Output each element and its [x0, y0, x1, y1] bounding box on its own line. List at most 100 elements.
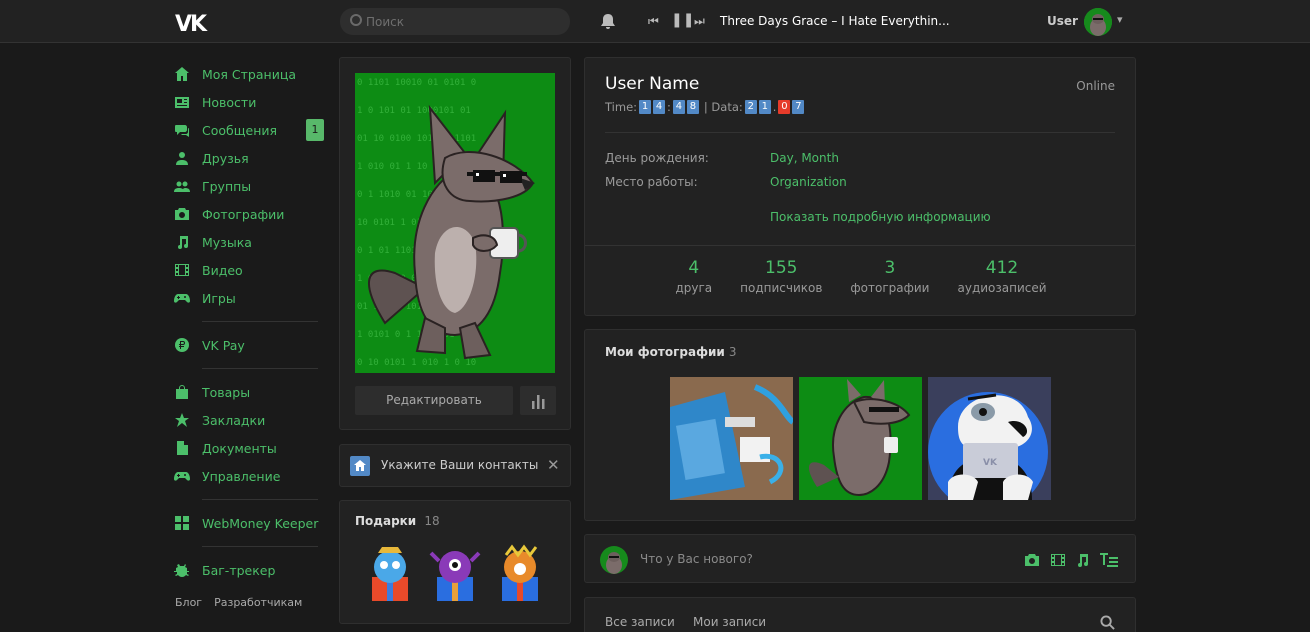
time-label: Time:: [605, 100, 638, 114]
photo-thumbnail[interactable]: VK: [928, 377, 1051, 500]
new-post-input[interactable]: Что у Вас нового?: [640, 552, 753, 566]
close-icon[interactable]: ✕: [547, 456, 560, 474]
sidebar-item-photos[interactable]: Фотографии: [172, 200, 322, 228]
counter-audio[interactable]: 412 аудиозаписей: [943, 258, 1060, 295]
data-label: | Data:: [703, 100, 743, 114]
messages-icon: [172, 122, 192, 138]
vkpay-icon: [172, 337, 192, 353]
search-input[interactable]: [366, 8, 561, 35]
vk-logo[interactable]: VK: [175, 12, 207, 37]
sidebar-item-groups[interactable]: Группы: [172, 172, 322, 200]
sidebar-item-management[interactable]: Управление: [172, 462, 322, 490]
camera-icon: [172, 206, 192, 222]
sidebar: Моя Страница Новости Сообщения 1 Друзья …: [172, 60, 324, 609]
gift-item[interactable]: [490, 543, 550, 605]
counter-followers[interactable]: 155 подписчиков: [726, 258, 836, 295]
counter-photos[interactable]: 3 фотографии: [836, 258, 943, 295]
my-photos-title[interactable]: Мои фотографии 3: [605, 345, 736, 359]
search-box[interactable]: [340, 8, 570, 35]
sidebar-item-webmoney[interactable]: WebMoney Keeper: [172, 509, 322, 537]
counter-label: подписчиков: [740, 281, 823, 295]
search-icon[interactable]: [1100, 615, 1115, 630]
gift-item[interactable]: [360, 543, 420, 605]
contacts-prompt[interactable]: Укажите Ваши контакты ✕: [339, 444, 571, 487]
search-icon: [350, 14, 362, 26]
gift-item[interactable]: [425, 543, 485, 605]
svg-text:1 0 101 01 1000101 01: 1 0 101 01 1000101 01: [357, 106, 471, 116]
new-post-panel: Что у Вас нового?: [584, 534, 1136, 583]
date-digit: 7: [792, 100, 805, 114]
counter-value: 412: [985, 258, 1019, 278]
sidebar-item-label: Сообщения: [202, 122, 278, 138]
sidebar-item-label: Друзья: [202, 150, 249, 166]
sidebar-item-label: Фотографии: [202, 206, 285, 222]
sidebar-item-bookmarks[interactable]: Закладки: [172, 406, 322, 434]
pause-icon[interactable]: ❚❚: [671, 12, 694, 28]
next-track-icon[interactable]: ⏭: [694, 14, 705, 29]
sidebar-item-messages[interactable]: Сообщения 1: [172, 116, 324, 144]
profile-info-panel: User Name Online Time: 1 4 : 4 8 | Data:…: [584, 57, 1136, 316]
divider: [202, 321, 318, 322]
user-menu-name[interactable]: User: [1047, 14, 1078, 28]
profile-photo-panel: 0 1101 10010 01 0101 0 1 0 101 01 100010…: [339, 57, 571, 430]
sidebar-item-label: Музыка: [202, 234, 252, 250]
document-icon: [172, 440, 192, 456]
gifts-title[interactable]: Подарки 18: [355, 514, 440, 528]
profile-photo[interactable]: 0 1101 10010 01 0101 0 1 0 101 01 100010…: [355, 73, 555, 373]
bag-icon: [172, 384, 192, 400]
photo-thumbnail[interactable]: [670, 377, 793, 500]
sidebar-item-documents[interactable]: Документы: [172, 434, 322, 462]
sidebar-item-news[interactable]: Новости: [172, 88, 322, 116]
sidebar-item-label: Баг-трекер: [202, 562, 276, 578]
counter-friends[interactable]: 4 друга: [661, 258, 726, 295]
gamepad-icon: [172, 468, 192, 484]
sidebar-item-video[interactable]: Видео: [172, 256, 322, 284]
footer-link-blog[interactable]: Блог: [175, 596, 202, 609]
sidebar-item-label: Закладки: [202, 412, 266, 428]
home-icon: [350, 456, 370, 476]
sidebar-item-label: WebMoney Keeper: [202, 515, 319, 531]
sidebar-item-games[interactable]: Игры: [172, 284, 322, 312]
stats-button[interactable]: [520, 386, 556, 415]
divider: [202, 368, 318, 369]
online-status: Online: [1076, 79, 1115, 93]
date-digit: 1: [758, 100, 771, 114]
photos-label: Мои фотографии: [605, 345, 725, 359]
friends-icon: [172, 150, 192, 166]
time-digit: 1: [639, 100, 652, 114]
music-icon: [172, 234, 192, 250]
camera-icon[interactable]: [1024, 552, 1040, 568]
chevron-down-icon[interactable]: ▾: [1117, 13, 1123, 26]
birthday-value[interactable]: Day, Month: [770, 151, 839, 165]
edit-profile-button[interactable]: Редактировать: [355, 386, 513, 415]
sidebar-item-music[interactable]: Музыка: [172, 228, 322, 256]
music-icon[interactable]: [1074, 552, 1090, 568]
previous-track-icon[interactable]: ⏮: [648, 14, 659, 29]
svg-text:01 10 0100 1010 0 1101: 01 10 0100 1010 0 1101: [357, 134, 476, 144]
tab-my-posts[interactable]: Мои записи: [693, 615, 766, 629]
tab-all-posts[interactable]: Все записи: [605, 615, 675, 629]
sidebar-item-friends[interactable]: Друзья: [172, 144, 322, 172]
video-icon[interactable]: [1050, 552, 1066, 568]
sidebar-item-label: Документы: [202, 440, 277, 456]
text-format-icon[interactable]: [1100, 552, 1118, 568]
avatar[interactable]: [1084, 8, 1112, 36]
photo-thumbnail[interactable]: [799, 377, 922, 500]
time-digit: 4: [672, 100, 685, 114]
wall-panel: Все записи Мои записи: [584, 597, 1136, 632]
footer-link-developers[interactable]: Разработчикам: [214, 596, 302, 609]
sidebar-item-vkpay[interactable]: VK Pay: [172, 331, 322, 359]
birthday-label: День рождения:: [605, 151, 709, 165]
sidebar-item-goods[interactable]: Товары: [172, 378, 322, 406]
sidebar-item-label: Управление: [202, 468, 281, 484]
show-more-info-link[interactable]: Показать подробную информацию: [770, 210, 991, 224]
grid-icon: [172, 515, 192, 531]
sidebar-item-label: VK Pay: [202, 337, 245, 353]
sidebar-item-my-page[interactable]: Моя Страница: [172, 60, 322, 88]
bell-icon[interactable]: [598, 12, 618, 32]
track-title[interactable]: Three Days Grace – I Hate Everythin...: [720, 14, 950, 28]
work-value[interactable]: Organization: [770, 175, 847, 189]
sidebar-item-bugtracker[interactable]: Баг-трекер: [172, 556, 322, 584]
star-icon: [172, 412, 192, 428]
gifts-count: 18: [424, 514, 440, 528]
